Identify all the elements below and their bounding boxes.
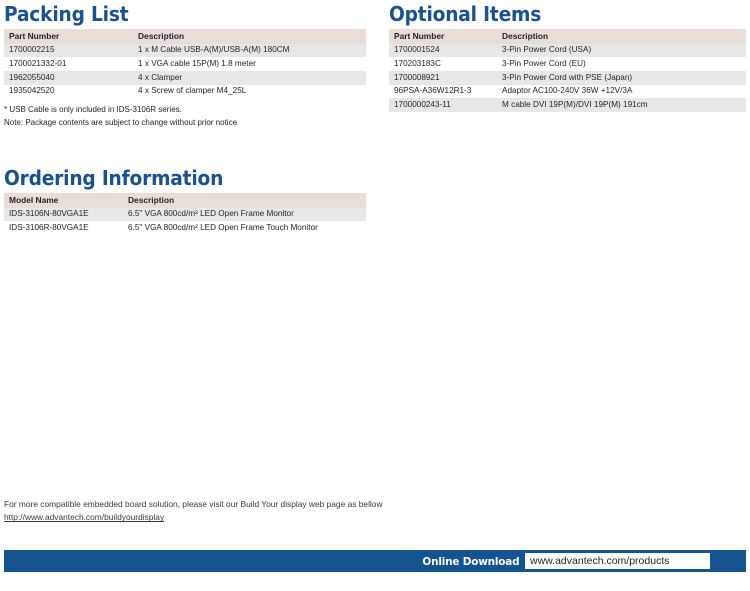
table-row: 1700021332-01 1 x VGA cable 15P(M) 1.8 m… [4,57,366,72]
table-row: 1935042520 4 x Screw of clamper M4_25L [4,84,366,99]
cell-part-number: 1700008921 [389,71,497,85]
cell-part-number: 1700021332-01 [4,57,133,72]
cell-part-number: 1700001524 [389,43,497,58]
table-header-row: Part Number Description [389,29,746,44]
packing-list-title: Packing List [4,2,129,26]
table-row: 1700001524 3-Pin Power Cord (USA) [389,43,746,58]
cell-part-number: 1962055040 [4,71,133,85]
optional-items-table-wrapper: Part Number Description 1700001524 3-Pin… [389,29,746,112]
footer-note: For more compatible embedded board solut… [4,498,383,525]
table-row: 1700000243-11 M cable DVI 19P(M)/DVI 19P… [389,98,746,112]
cell-description: 3-Pin Power Cord with PSE (Japan) [497,71,746,85]
ordering-information-section: Ordering Information Model Name Descript… [4,166,366,236]
note-usb-cable: * USB Cable is only included in IDS-3106… [4,105,182,115]
cell-description: Adaptor AC100-240V 36W +12V/3A [497,84,746,99]
online-download-bar: Online Download www.advantech.com/produc… [4,550,746,572]
column-header-description: Description [133,29,366,44]
optional-items-title: Optional Items [389,2,542,26]
note-package-contents: Note: Package contents are subject to ch… [4,117,238,127]
cell-part-number: 1935042520 [4,84,133,99]
column-header-part-number: Part Number [389,29,497,44]
ordering-information-table: Model Name Description IDS-3106N-80VGA1E… [4,193,366,236]
column-header-description: Description [123,193,366,208]
online-download-label: Online Download [422,554,520,568]
cell-description: M cable DVI 19P(M)/DVI 19P(M) 191cm [497,98,746,112]
cell-part-number: 170203183C [389,57,497,72]
ordering-information-title: Ordering Information [4,166,224,190]
cell-model-name: IDS-3106N-80VGA1E [4,207,123,222]
packing-list-notes: * USB Cable is only included in IDS-3106… [4,104,366,129]
cell-description: 3-Pin Power Cord (EU) [497,57,746,72]
column-header-model-name: Model Name [4,193,123,208]
buildyourdisplay-link[interactable]: http://www.advantech.com/buildyourdispla… [4,511,164,524]
table-row: 96PSA-A36W12R1-3 Adaptor AC100-240V 36W … [389,84,746,99]
cell-description: 6.5" VGA 800cd/m² LED Open Frame Touch M… [123,221,366,236]
table-row: 170203183C 3-Pin Power Cord (EU) [389,57,746,72]
table-row: IDS-3106R-80VGA1E 6.5" VGA 800cd/m² LED … [4,221,366,236]
optional-items-table: Part Number Description 1700001524 3-Pin… [389,29,746,112]
cell-description: 1 x VGA cable 15P(M) 1.8 meter [133,57,366,72]
online-download-url[interactable]: www.advantech.com/products [525,553,710,569]
table-header-row: Model Name Description [4,193,366,208]
table-row: IDS-3106N-80VGA1E 6.5" VGA 800cd/m² LED … [4,207,366,222]
cell-description: 6.5" VGA 800cd/m² LED Open Frame Monitor [123,207,366,222]
cell-part-number: 1700002215 [4,43,133,58]
table-row: 1700002215 1 x M Cable USB-A(M)/USB-A(M)… [4,43,366,58]
packing-list-table: Part Number Description 1700002215 1 x M… [4,29,366,99]
column-header-description: Description [497,29,746,44]
ordering-information-table-wrapper: Model Name Description IDS-3106N-80VGA1E… [4,193,366,236]
column-header-part-number: Part Number [4,29,133,44]
cell-description: 4 x Clamper [133,71,366,85]
table-header-row: Part Number Description [4,29,366,44]
table-row: 1700008921 3-Pin Power Cord with PSE (Ja… [389,71,746,85]
optional-items-section: Optional Items Part Number Description 1… [389,4,746,112]
table-row: 1962055040 4 x Clamper [4,71,366,85]
footer-note-line: For more compatible embedded board solut… [4,499,383,509]
cell-model-name: IDS-3106R-80VGA1E [4,221,123,236]
cell-description: 3-Pin Power Cord (USA) [497,43,746,58]
cell-part-number: 1700000243-11 [389,98,497,112]
cell-description: 4 x Screw of clamper M4_25L [133,84,366,99]
cell-part-number: 96PSA-A36W12R1-3 [389,84,497,99]
cell-description: 1 x M Cable USB-A(M)/USB-A(M) 180CM [133,43,366,58]
packing-list-table-wrapper: Part Number Description 1700002215 1 x M… [4,29,366,99]
packing-list-section: Packing List Part Number Description 170… [4,4,366,129]
